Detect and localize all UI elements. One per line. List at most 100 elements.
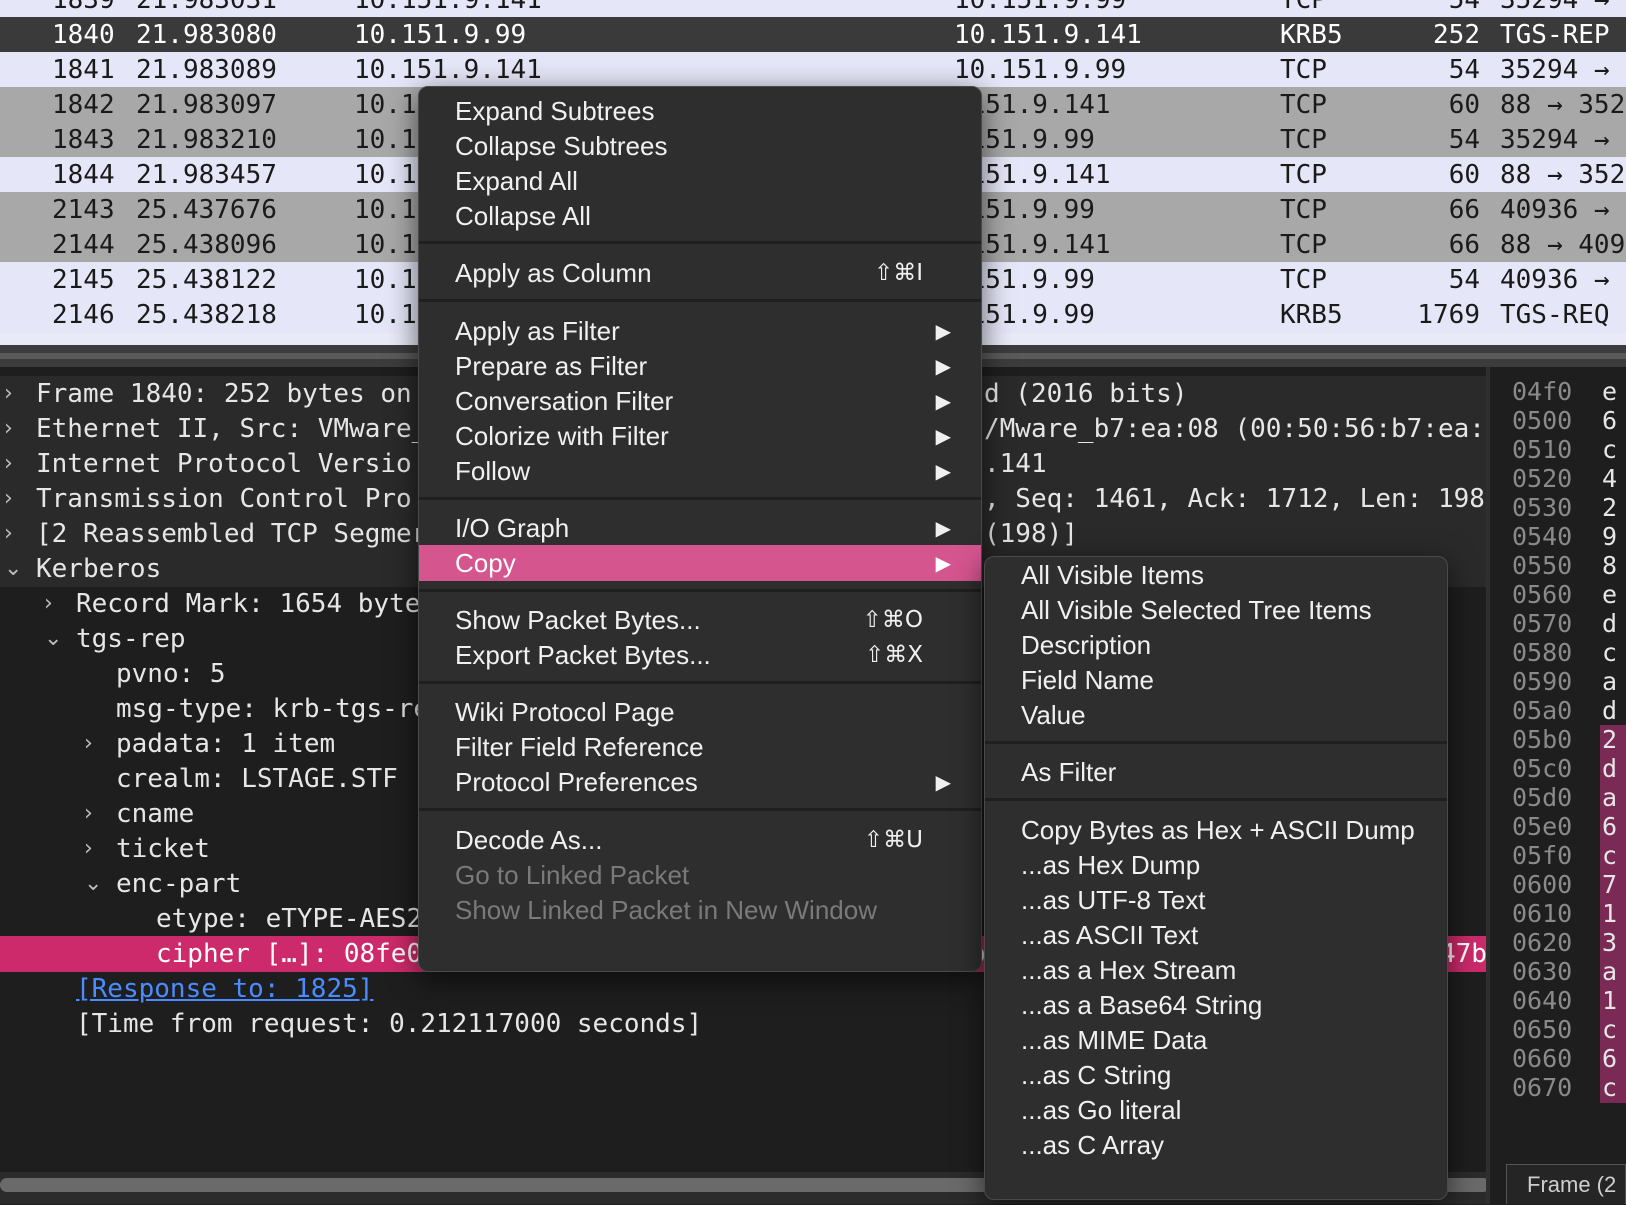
packet-info: TGS-REQ <box>1500 300 1610 330</box>
menu-item-export-packet-bytes[interactable]: Export Packet Bytes... ⇧⌘X <box>419 637 981 673</box>
submenu-item-all-visible-items[interactable]: All Visible Items <box>985 557 1447 593</box>
packet-row[interactable]: 1841 21.983089 10.151.9.141 10.151.9.99 … <box>0 52 1626 88</box>
menu-item-wiki-protocol-page[interactable]: Wiki Protocol Page <box>419 694 981 730</box>
packet-protocol: TCP <box>1280 90 1327 120</box>
submenu-item-mime-data[interactable]: ...as MIME Data <box>985 1022 1447 1058</box>
menu-item-collapse-all[interactable]: Collapse All <box>419 198 981 234</box>
packet-length: 54 <box>1448 265 1480 295</box>
submenu-item-go-literal[interactable]: ...as Go literal <box>985 1092 1447 1128</box>
menu-item-follow[interactable]: Follow ▶ <box>419 453 981 489</box>
byte-ascii-highlighted: d <box>1600 754 1626 784</box>
tree-item-label: enc-part <box>116 869 242 899</box>
menu-item-show-packet-bytes[interactable]: Show Packet Bytes... ⇧⌘O <box>419 602 981 638</box>
submenu-item-base64-string[interactable]: ...as a Base64 String <box>985 987 1447 1023</box>
byte-offset: 05f0 <box>1512 841 1573 870</box>
menu-item-apply-as-column[interactable]: Apply as Column ⇧⌘I <box>419 255 981 291</box>
submenu-item-hex-stream[interactable]: ...as a Hex Stream <box>985 952 1447 988</box>
byte-offset: 0550 <box>1512 551 1573 580</box>
menu-item-go-to-linked-packet: Go to Linked Packet <box>419 857 981 893</box>
submenu-item-c-string[interactable]: ...as C String <box>985 1057 1447 1093</box>
packet-no: 2144 <box>52 230 115 260</box>
menu-item-protocol-preferences[interactable]: Protocol Preferences ▶ <box>419 764 981 800</box>
keyboard-shortcut: ⇧⌘U <box>863 827 923 853</box>
menu-item-conversation-filter[interactable]: Conversation Filter ▶ <box>419 383 981 419</box>
submenu-item-description[interactable]: Description <box>985 627 1447 663</box>
chevron-right-icon[interactable]: › <box>4 376 13 412</box>
menu-item-filter-field-reference[interactable]: Filter Field Reference <box>419 729 981 765</box>
submenu-item-all-visible-selected-tree-items[interactable]: All Visible Selected Tree Items <box>985 592 1447 628</box>
packet-time: 25.437676 <box>136 195 277 225</box>
byte-ascii-highlighted: 1 <box>1600 899 1626 929</box>
chevron-right-icon[interactable]: › <box>4 516 13 552</box>
packet-info: 40936 → <box>1500 195 1610 225</box>
submenu-item-c-array[interactable]: ...as C Array <box>985 1127 1447 1163</box>
submenu-arrow-icon: ▶ <box>935 424 951 448</box>
menu-item-label: Field Name <box>1021 665 1154 695</box>
packet-bytes-pane[interactable]: 04f0 e 0500 6 0510 c 0520 4 0530 2 0540 9 0550… <box>1490 367 1626 1204</box>
submenu-item-hex-dump[interactable]: ...as Hex Dump <box>985 847 1447 883</box>
submenu-item-hex-ascii-dump[interactable]: Copy Bytes as Hex + ASCII Dump <box>985 812 1447 848</box>
packet-protocol: TCP <box>1280 195 1327 225</box>
byte-offset: 0560 <box>1512 580 1573 609</box>
menu-item-label: Copy Bytes as Hex + ASCII Dump <box>1021 815 1415 845</box>
menu-item-label: All Visible Items <box>1021 560 1205 590</box>
packet-row-selected[interactable]: 1840 21.983080 10.151.9.99 10.151.9.141 … <box>0 17 1626 53</box>
chevron-right-icon[interactable]: › <box>44 586 53 622</box>
packet-protocol: KRB5 <box>1280 20 1343 50</box>
chevron-down-icon[interactable]: ⌄ <box>44 621 62 657</box>
tree-item-label: [Time from request: 0.212117000 seconds] <box>76 1009 703 1039</box>
chevron-right-icon[interactable]: › <box>4 446 13 482</box>
response-to-link[interactable]: [Response to: 1825] <box>76 971 373 1007</box>
copy-submenu[interactable]: All Visible Items All Visible Selected T… <box>984 556 1448 1200</box>
byte-ascii-highlighted: a <box>1600 957 1626 987</box>
packet-time: 21.983031 <box>136 0 277 15</box>
menu-item-io-graph[interactable]: I/O Graph ▶ <box>419 510 981 546</box>
packet-source: 10.1 <box>354 230 417 260</box>
chevron-down-icon[interactable]: ⌄ <box>84 866 102 902</box>
menu-item-prepare-as-filter[interactable]: Prepare as Filter ▶ <box>419 348 981 384</box>
menu-separator <box>419 681 981 684</box>
menu-item-expand-subtrees[interactable]: Expand Subtrees <box>419 93 981 129</box>
chevron-down-icon[interactable]: ⌄ <box>4 551 22 587</box>
context-menu[interactable]: Expand Subtrees Collapse Subtrees Expand… <box>418 86 982 972</box>
packet-time: 21.983089 <box>136 55 277 85</box>
packet-destination: 10.151.9.99 <box>954 0 1127 15</box>
chevron-right-icon[interactable]: › <box>4 411 13 447</box>
byte-ascii: d <box>1602 696 1618 725</box>
bytes-row: 0550 8 <box>1490 551 1626 581</box>
packet-source: 10.1 <box>354 90 417 120</box>
chevron-right-icon[interactable]: › <box>84 831 93 867</box>
packet-row[interactable]: 1839 21.983031 10.151.9.141 10.151.9.99 … <box>0 0 1626 18</box>
byte-offset: 0600 <box>1512 870 1573 899</box>
packet-source: 10.1 <box>354 125 417 155</box>
submenu-item-field-name[interactable]: Field Name <box>985 662 1447 698</box>
submenu-item-as-filter[interactable]: As Filter <box>985 754 1447 790</box>
packet-protocol: TCP <box>1280 230 1327 260</box>
menu-item-collapse-subtrees[interactable]: Collapse Subtrees <box>419 128 981 164</box>
bytes-tab-frame[interactable]: Frame (2 <box>1506 1164 1626 1204</box>
packet-destination: 10.151.9.99 <box>954 55 1127 85</box>
menu-item-label: Expand Subtrees <box>455 96 655 126</box>
byte-ascii-highlighted: 7 <box>1600 870 1626 900</box>
byte-offset: 0640 <box>1512 986 1573 1015</box>
menu-item-label: Collapse Subtrees <box>455 131 668 161</box>
menu-item-expand-all[interactable]: Expand All <box>419 163 981 199</box>
menu-item-label: I/O Graph <box>455 513 570 543</box>
submenu-item-ascii-text[interactable]: ...as ASCII Text <box>985 917 1447 953</box>
bytes-row: 04f0 e <box>1490 377 1626 407</box>
submenu-item-utf8-text[interactable]: ...as UTF-8 Text <box>985 882 1447 918</box>
submenu-item-value[interactable]: Value <box>985 697 1447 733</box>
chevron-right-icon[interactable]: › <box>84 726 93 762</box>
byte-ascii: 8 <box>1602 551 1618 580</box>
byte-offset: 0570 <box>1512 609 1573 638</box>
menu-item-apply-as-filter[interactable]: Apply as Filter ▶ <box>419 313 981 349</box>
bytes-row: 05e0 6 <box>1490 812 1626 842</box>
byte-offset: 0590 <box>1512 667 1573 696</box>
menu-item-decode-as[interactable]: Decode As... ⇧⌘U <box>419 822 981 858</box>
chevron-right-icon[interactable]: › <box>4 481 13 517</box>
bytes-row: 05b0 2 <box>1490 725 1626 755</box>
menu-item-colorize-with-filter[interactable]: Colorize with Filter ▶ <box>419 418 981 454</box>
packet-info: 88 → 352 <box>1500 160 1626 190</box>
menu-item-copy[interactable]: Copy ▶ <box>419 545 981 581</box>
chevron-right-icon[interactable]: › <box>84 796 93 832</box>
